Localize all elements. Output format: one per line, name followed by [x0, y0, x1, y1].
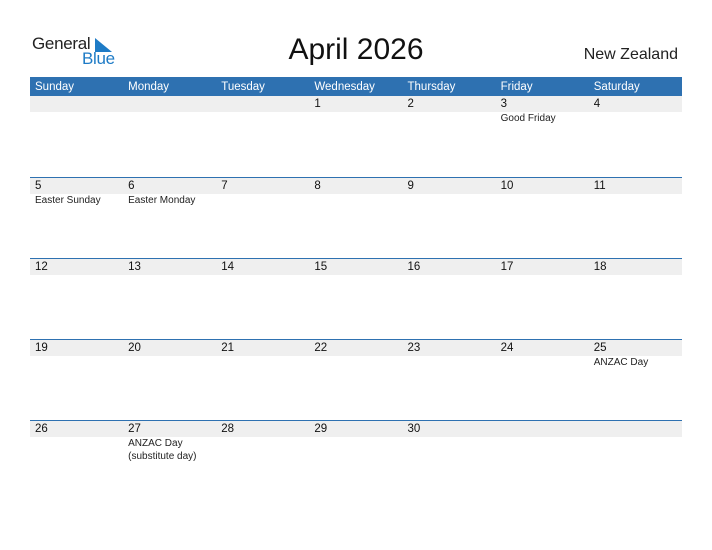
day-cell: 29	[309, 421, 402, 463]
day-number: 29	[314, 423, 328, 435]
day-number: 2	[407, 98, 414, 110]
day-number: 20	[128, 342, 141, 354]
weekday-wednesday: Wednesday	[314, 81, 375, 93]
country-label: New Zealand	[583, 46, 678, 63]
day-number: 5	[35, 180, 42, 192]
day-cell: 17	[496, 259, 589, 275]
day-cell: 1	[309, 96, 402, 126]
day-cell: 23	[403, 340, 496, 370]
day-cell: 4	[589, 96, 682, 126]
day-cell: 11	[589, 178, 682, 208]
day-cell: 28	[216, 421, 309, 463]
weekday-tuesday: Tuesday	[221, 81, 265, 93]
day-cell: 21	[216, 340, 309, 370]
day-number: 15	[314, 261, 328, 273]
day-number: 6	[128, 180, 135, 192]
week-row: 5 Easter Sunday 6 Easter Monday 7 8 9 10 11	[30, 177, 682, 258]
weekday-monday: Monday	[128, 81, 170, 93]
day-cell: 6 Easter Monday	[123, 178, 216, 208]
day-number: 1	[314, 98, 321, 110]
weekday-friday: Friday	[500, 81, 533, 93]
day-cell: 10	[496, 178, 589, 208]
day-cell: 15	[309, 259, 402, 275]
day-number: 27	[128, 423, 141, 435]
day-number: 23	[407, 342, 421, 354]
day-cell: 2	[403, 96, 496, 126]
day-cell: 18	[589, 259, 682, 275]
day-number: 14	[221, 261, 235, 273]
day-cell: 14	[216, 259, 309, 275]
week-row: 1 2 3 Good Friday 4	[30, 96, 682, 177]
day-cell: 26	[30, 421, 123, 463]
day-cell: 13	[123, 259, 216, 275]
day-cell: 22	[309, 340, 402, 370]
day-cell	[589, 421, 682, 463]
day-number: 13	[128, 261, 141, 273]
weekday-thursday: Thursday	[407, 81, 456, 93]
day-number: 16	[407, 261, 421, 273]
day-number: 25	[593, 342, 607, 354]
day-number: 18	[593, 261, 607, 273]
day-number: 12	[35, 261, 48, 273]
calendar-grid: Sunday Monday Tuesday Wednesday Thursday…	[30, 77, 682, 501]
day-cell: 24	[496, 340, 589, 370]
day-number	[594, 421, 682, 437]
day-number: 7	[221, 180, 228, 192]
holiday-label: ANZAC Day (substitute day)	[128, 438, 197, 462]
day-cell: 20	[123, 340, 216, 370]
day-cell: 9	[403, 178, 496, 208]
day-number: 21	[221, 342, 235, 354]
day-number: 3	[500, 98, 508, 110]
day-cell	[216, 96, 309, 126]
day-number	[128, 96, 216, 112]
day-cell: 12	[30, 259, 123, 275]
day-number: 19	[35, 342, 48, 354]
weekday-sunday: Sunday	[35, 81, 75, 93]
day-number: 10	[500, 180, 514, 192]
day-number	[221, 96, 309, 112]
day-number: 26	[35, 423, 48, 435]
weekday-saturday: Saturday	[593, 81, 640, 93]
holiday-label: Easter Sunday	[35, 195, 101, 206]
week-row: 12 13 14 15 16 17 18	[30, 258, 682, 339]
day-cell	[123, 96, 216, 126]
holiday-label: Easter Monday	[128, 195, 196, 206]
day-number: 24	[500, 342, 514, 354]
day-cell: 25 ANZAC Day	[589, 340, 682, 370]
day-cell: 27 ANZAC Day (substitute day)	[123, 421, 216, 463]
day-cell: 16	[403, 259, 496, 275]
holiday-label: Good Friday	[500, 113, 556, 124]
day-number	[35, 96, 123, 112]
week-row: 19 20 21 22 23 24 25 ANZAC Day	[30, 339, 682, 420]
day-number	[501, 421, 589, 437]
weekday-header: Sunday Monday Tuesday Wednesday Thursday…	[30, 77, 682, 96]
day-number: 8	[314, 180, 321, 192]
day-cell: 3 Good Friday	[496, 96, 589, 126]
day-number: 30	[407, 423, 421, 435]
day-cell: 30	[403, 421, 496, 463]
day-number: 22	[314, 342, 328, 354]
day-number: 11	[593, 180, 606, 192]
day-cell	[496, 421, 589, 463]
holiday-label: ANZAC Day	[593, 357, 649, 368]
day-cell: 7	[216, 178, 309, 208]
day-cell: 5 Easter Sunday	[30, 178, 123, 208]
day-number: 17	[500, 261, 514, 273]
day-number: 9	[407, 180, 414, 192]
day-cell	[30, 96, 123, 126]
day-cell: 8	[309, 178, 402, 208]
day-number: 4	[593, 98, 601, 110]
day-cell: 19	[30, 340, 123, 370]
day-number: 28	[221, 423, 235, 435]
week-row: 26 27 ANZAC Day (substitute day) 28 29 30	[30, 420, 682, 501]
